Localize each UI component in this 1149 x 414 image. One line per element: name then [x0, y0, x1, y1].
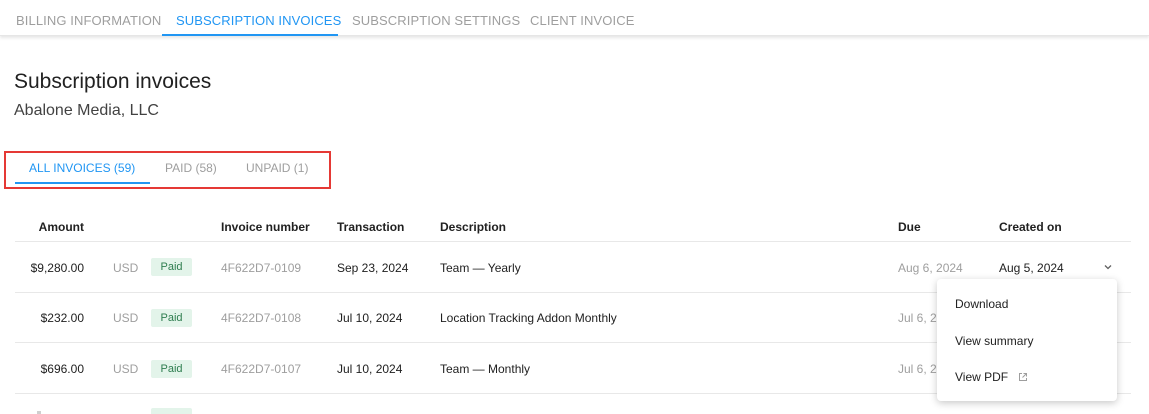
- amount-cell: $696.00: [40, 362, 84, 376]
- description-cell: Location Tracking Addon Monthly: [440, 311, 617, 325]
- column-header-transaction[interactable]: Transaction: [337, 220, 404, 234]
- status-badge-partial: [151, 408, 192, 414]
- company-name: Abalone Media, LLC: [14, 102, 159, 119]
- top-tab-bar: BILLING INFORMATION SUBSCRIPTION INVOICE…: [0, 0, 1149, 36]
- status-badge: Paid: [151, 258, 192, 276]
- currency-cell: USD: [113, 311, 139, 325]
- invoice-number-cell: 4F622D7-0109: [221, 261, 302, 275]
- currency-cell: USD: [113, 362, 139, 376]
- page-title: Subscription invoices: [14, 70, 212, 93]
- transaction-date-cell: Jul 10, 2024: [337, 311, 403, 325]
- filter-tab-paid[interactable]: PAID (58): [165, 161, 217, 175]
- currency-cell: USD: [113, 261, 139, 275]
- transaction-date-cell: Jul 10, 2024: [337, 362, 403, 376]
- amount-cell: $232.00: [40, 311, 84, 325]
- tab-client-invoice[interactable]: CLIENT INVOICE: [530, 13, 634, 28]
- menu-item-download[interactable]: Download: [955, 297, 1008, 311]
- active-filter-indicator: [15, 182, 150, 184]
- status-badge: Paid: [151, 360, 192, 378]
- menu-item-view-pdf[interactable]: View PDF: [955, 370, 1008, 384]
- description-cell: Team — Yearly: [440, 261, 521, 275]
- invoice-number-cell: 4F622D7-0107: [221, 362, 302, 376]
- menu-item-view-summary[interactable]: View summary: [955, 334, 1033, 348]
- column-header-created-on[interactable]: Created on: [999, 220, 1062, 234]
- column-header-amount[interactable]: Amount: [0, 220, 84, 234]
- tab-subscription-invoices[interactable]: SUBSCRIPTION INVOICES: [176, 13, 341, 28]
- active-tab-indicator: [162, 34, 338, 36]
- tab-billing-information[interactable]: BILLING INFORMATION: [16, 13, 161, 28]
- chevron-down-icon[interactable]: [1102, 262, 1114, 272]
- filter-tab-all-invoices[interactable]: ALL INVOICES (59): [29, 161, 135, 175]
- due-date-cell: Jul 6, 2: [898, 362, 937, 376]
- created-on-cell: Aug 5, 2024: [999, 261, 1064, 275]
- header-divider: [15, 241, 1131, 242]
- invoice-actions-menu: Download View summary View PDF: [937, 279, 1117, 401]
- due-date-cell: Aug 6, 2024: [898, 261, 963, 275]
- invoice-number-cell: 4F622D7-0108: [221, 311, 302, 325]
- transaction-date-cell: Sep 23, 2024: [337, 261, 409, 275]
- description-cell: Team — Monthly: [440, 362, 531, 376]
- column-header-due[interactable]: Due: [898, 220, 921, 234]
- due-date-cell: Jul 6, 2: [898, 311, 937, 325]
- column-header-invoice-number[interactable]: Invoice number: [221, 220, 310, 234]
- filter-tab-unpaid[interactable]: UNPAID (1): [246, 161, 308, 175]
- tab-subscription-settings[interactable]: SUBSCRIPTION SETTINGS: [352, 13, 520, 28]
- status-badge: Paid: [151, 309, 192, 327]
- amount-cell: $9,280.00: [30, 261, 84, 275]
- column-header-description[interactable]: Description: [440, 220, 506, 234]
- external-link-icon: [1019, 373, 1027, 381]
